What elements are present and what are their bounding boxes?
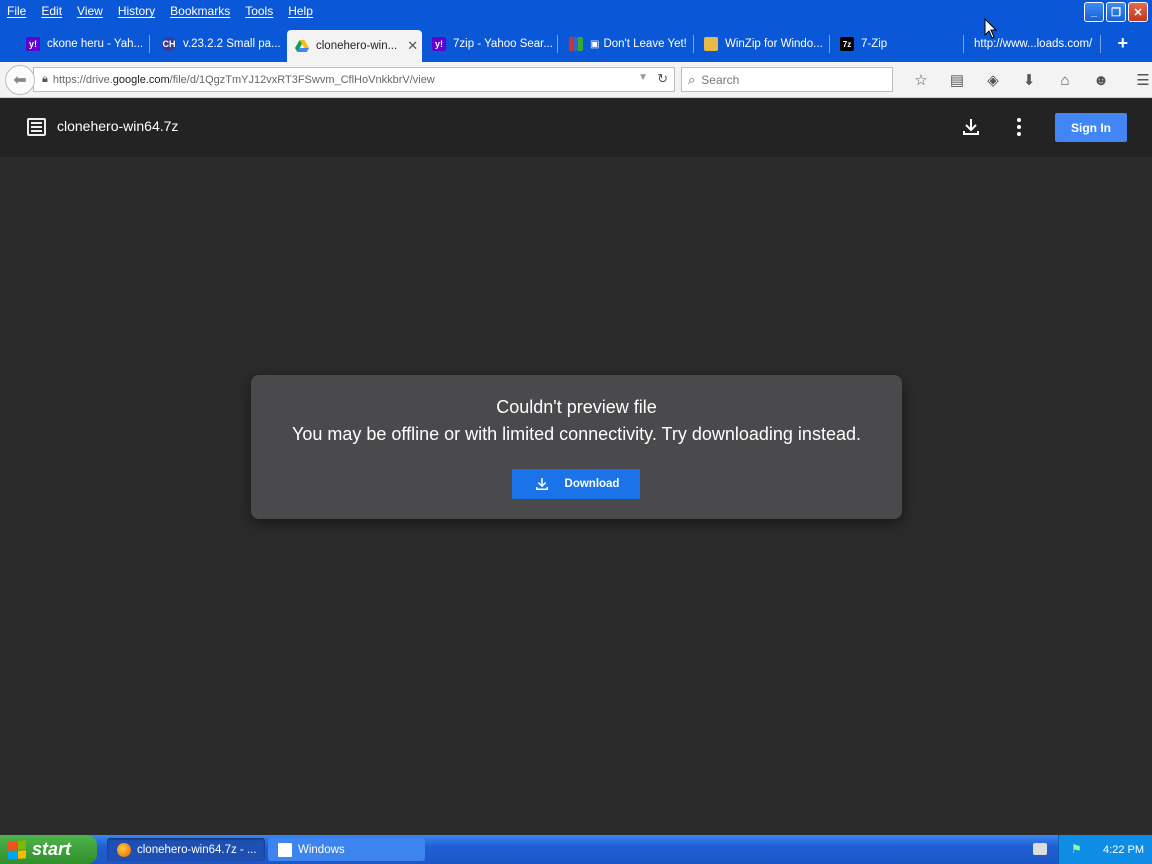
window-icon	[278, 842, 292, 857]
tab-divider	[963, 35, 964, 53]
menu-file[interactable]: File	[0, 4, 34, 18]
tab-divider	[1100, 35, 1101, 53]
back-arrow-icon: ⬅	[13, 72, 27, 89]
menu-tools[interactable]: Tools	[238, 4, 281, 18]
tab-7zip-yahoo[interactable]: y! 7zip - Yahoo Sear...	[424, 30, 554, 58]
tab-label: 7-Zip	[861, 38, 888, 50]
preview-error-dialog: Couldn't preview file You may be offline…	[251, 375, 902, 519]
search-placeholder: Search	[701, 72, 740, 87]
download-label: Download	[564, 478, 620, 490]
taskbar: start clonehero-win64.7z - ... Windows ⚑…	[0, 835, 1152, 864]
winrar-icon	[569, 37, 583, 51]
home-icon[interactable]: ⌂	[1047, 68, 1083, 92]
tab-small-patch[interactable]: CH v.23.2.2 Small pa...	[154, 30, 284, 58]
tab-dont-leave[interactable]: ▣ Don't Leave Yet!	[561, 30, 691, 58]
menu-view[interactable]: View	[70, 4, 111, 18]
more-options-icon[interactable]	[1010, 115, 1028, 139]
url-text: https://drive.google.com/file/d/1QgzTmYJ…	[52, 73, 435, 86]
yahoo-icon: y!	[26, 37, 40, 51]
download-icon[interactable]	[959, 115, 983, 139]
system-tray: ⚑ 4:22 PM	[1058, 835, 1152, 864]
tab-label: clonehero-win...	[316, 40, 398, 52]
pocket-icon[interactable]: ◈	[975, 68, 1011, 92]
tab-winzip[interactable]: WinZip for Windo...	[696, 30, 826, 58]
tab-7zip[interactable]: 7z 7-Zip	[832, 30, 957, 58]
taskbar-item-label: clonehero-win64.7z - ...	[137, 843, 257, 856]
windows-logo-icon	[8, 839, 26, 860]
reload-icon[interactable]: ↻	[657, 71, 668, 87]
broken-image-icon: ▣	[590, 38, 600, 50]
error-message: You may be offline or with limited conne…	[292, 424, 861, 444]
7zip-icon: 7z	[840, 37, 854, 51]
back-button[interactable]: ⬅	[5, 65, 35, 95]
start-button[interactable]: start	[0, 835, 97, 864]
download-icon	[535, 478, 548, 490]
downloads-icon[interactable]: ⬇	[1011, 68, 1047, 92]
url-bar[interactable]: 🔒︎ https://drive.google.com/file/d/1QgzT…	[33, 67, 675, 92]
chat-icon[interactable]: ☻	[1083, 68, 1119, 92]
menu-bookmarks[interactable]: Bookmarks	[163, 4, 238, 18]
clock: 4:22 PM	[1103, 843, 1144, 856]
menu-history[interactable]: History	[111, 4, 163, 18]
tab-divider	[693, 35, 694, 53]
tab-divider	[149, 35, 150, 53]
tab-ckone-heru[interactable]: y! ckone heru - Yah...	[18, 30, 146, 58]
google-drive-icon	[295, 39, 309, 53]
file-list-icon	[27, 118, 46, 136]
new-tab-button[interactable]: +	[1117, 33, 1128, 54]
yahoo-icon: y!	[432, 37, 446, 51]
tab-strip: y! ckone heru - Yah... CH v.23.2.2 Small…	[0, 22, 1152, 62]
taskbar-item-label: Windows	[298, 843, 345, 856]
tab-divider	[557, 35, 558, 53]
drive-header: clonehero-win64.7z Sign In	[0, 99, 1152, 157]
keyboard-icon[interactable]	[1033, 843, 1047, 855]
taskbar-item-windows[interactable]: Windows	[268, 838, 425, 861]
firefox-icon	[117, 842, 131, 857]
close-tab-icon[interactable]: ✕	[407, 38, 418, 54]
menu-edit[interactable]: Edit	[34, 4, 70, 18]
bookmark-star-icon[interactable]: ☆	[903, 68, 939, 92]
start-label: start	[32, 839, 72, 859]
file-viewer: Couldn't preview file You may be offline…	[0, 157, 1152, 835]
url-dropdown-icon[interactable]: ▼	[638, 72, 648, 83]
clonehero-icon: CH	[162, 37, 176, 51]
lock-icon: 🔒︎	[42, 73, 48, 85]
menu-help[interactable]: Help	[281, 4, 321, 18]
error-title: Couldn't preview file	[496, 397, 657, 417]
toolbar-icons: ☆ ▤ ◈ ⬇ ⌂ ☻ ☰	[903, 68, 1152, 92]
taskbar-item-firefox[interactable]: clonehero-win64.7z - ...	[107, 838, 265, 861]
restore-button[interactable]: ❐	[1106, 2, 1126, 22]
minimize-button[interactable]: _	[1084, 2, 1104, 22]
winzip-icon	[704, 37, 718, 51]
tab-divider	[829, 35, 830, 53]
tab-label: ckone heru - Yah...	[47, 38, 144, 50]
close-window-button[interactable]: ✕	[1128, 2, 1148, 22]
tab-label: WinZip for Windo...	[725, 38, 823, 50]
tab-clonehero-drive[interactable]: clonehero-win... ✕	[287, 30, 422, 62]
sign-in-button[interactable]: Sign In	[1055, 113, 1127, 142]
navigation-bar: 🔒︎ https://drive.google.com/file/d/1QgzT…	[0, 62, 1152, 98]
mouse-cursor-icon	[984, 18, 998, 39]
tab-label: Don't Leave Yet!	[603, 38, 687, 50]
window-controls: _ ❐ ✕	[1084, 2, 1148, 22]
network-icon[interactable]: ⚑	[1071, 842, 1085, 856]
download-button[interactable]: Download	[512, 469, 640, 499]
file-name: clonehero-win64.7z	[57, 118, 179, 134]
tab-label: 7zip - Yahoo Sear...	[453, 38, 553, 50]
search-input[interactable]: ⌕ Search	[681, 67, 893, 92]
search-icon: ⌕	[688, 71, 696, 87]
reading-list-icon[interactable]: ▤	[939, 68, 975, 92]
menu-bar: File Edit View History Bookmarks Tools H…	[0, 0, 1152, 22]
hamburger-menu-icon[interactable]: ☰	[1125, 68, 1152, 92]
tab-label: v.23.2.2 Small pa...	[183, 38, 281, 50]
